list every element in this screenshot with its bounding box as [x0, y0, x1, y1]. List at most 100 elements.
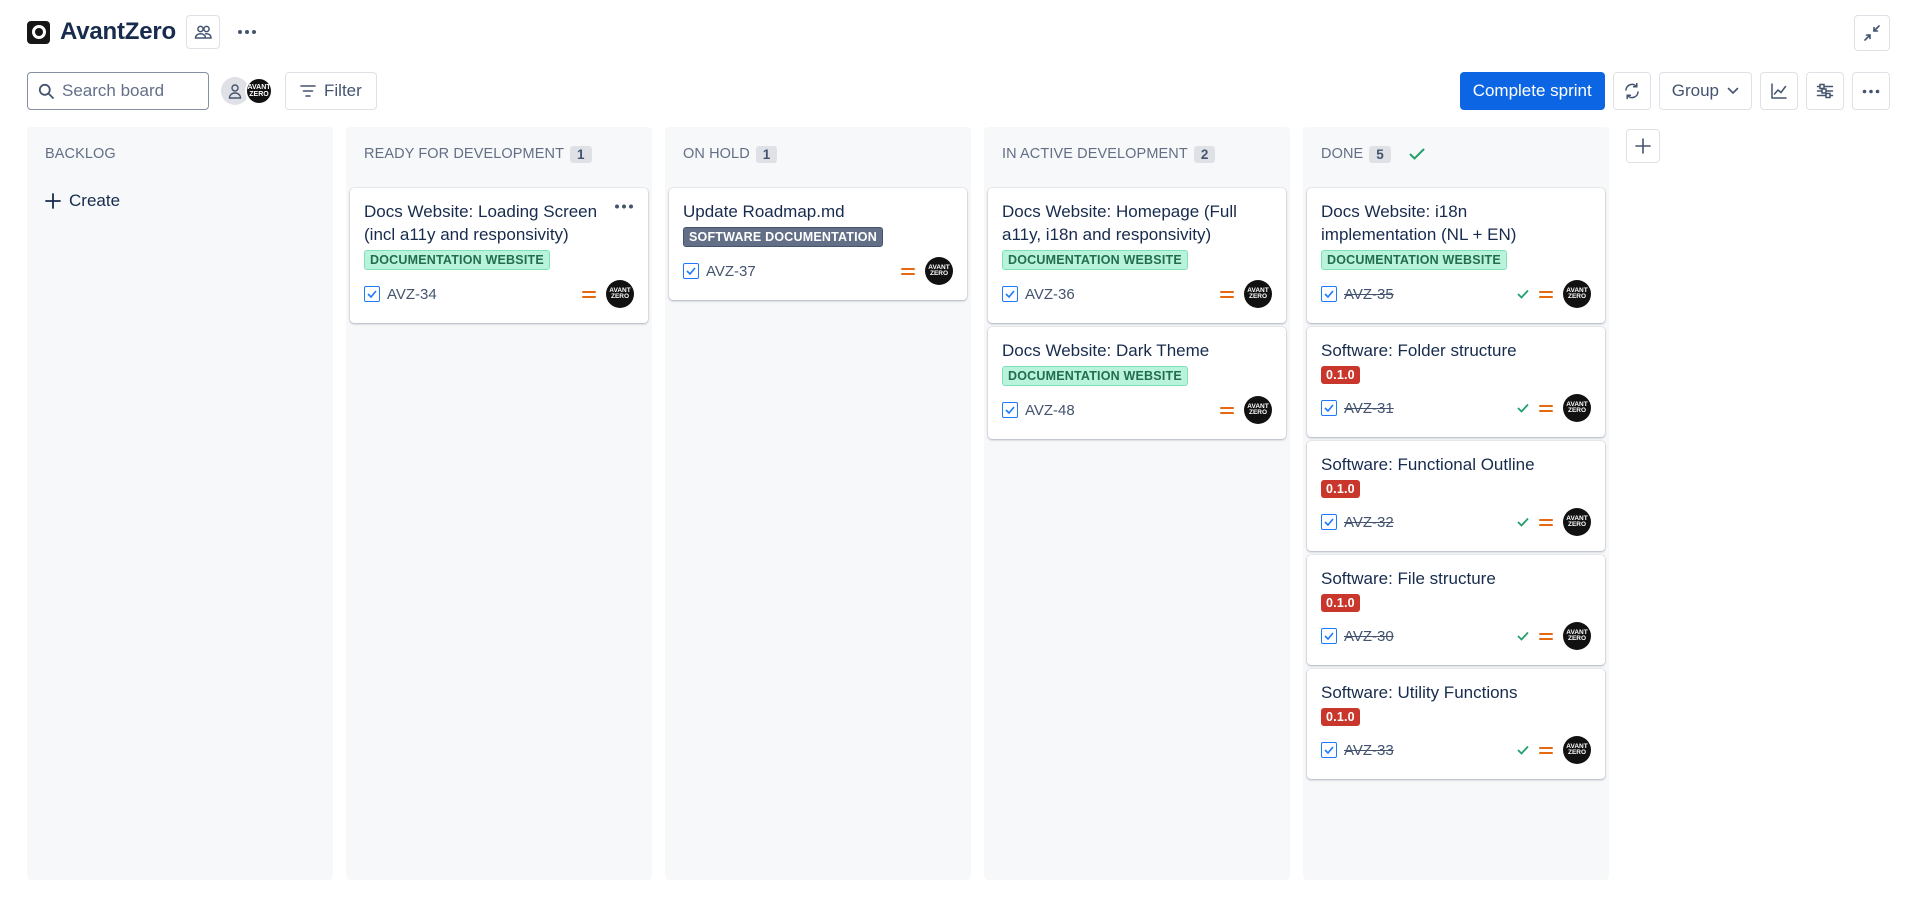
card-label[interactable]: SOFTWARE DOCUMENTATION — [683, 227, 883, 247]
ellipsis-icon — [615, 204, 633, 209]
card-label[interactable]: 0.1.0 — [1321, 708, 1360, 726]
column-header: IN ACTIVE DEVELOPMENT 2 — [988, 127, 1286, 181]
column-count: 5 — [1369, 145, 1391, 163]
assignee-avatar[interactable]: AVANT ZERO — [606, 280, 634, 308]
issue-key[interactable]: AVZ-37 — [683, 263, 756, 280]
team-button[interactable] — [186, 15, 220, 49]
board-toolbar: AVANT ZERO Filter — [27, 72, 377, 110]
column-title: IN ACTIVE DEVELOPMENT — [1002, 146, 1188, 162]
issue-key-text: AVZ-35 — [1344, 285, 1394, 303]
assignee-avatar[interactable]: AVANT ZERO — [925, 257, 953, 285]
resolved-check-icon — [1517, 289, 1529, 299]
card-label[interactable]: DOCUMENTATION WEBSITE — [1002, 250, 1188, 270]
card-title: Docs Website: Dark Theme — [1002, 341, 1210, 360]
resolved-check-icon — [1517, 403, 1529, 413]
plus-icon — [45, 193, 61, 209]
insights-button[interactable] — [1760, 72, 1798, 110]
issue-card[interactable]: Update Roadmap.md SOFTWARE DOCUMENTATION… — [669, 188, 967, 300]
card-title: Docs Website: Homepage (Full a11y, i18n … — [1002, 202, 1237, 244]
assignee-avatar[interactable]: AVANT ZERO — [1244, 280, 1272, 308]
filter-label: Filter — [324, 81, 362, 100]
search-icon — [38, 83, 54, 99]
column-header: BACKLOG — [31, 127, 329, 181]
complete-sprint-button[interactable]: Complete sprint — [1459, 72, 1605, 110]
issue-card[interactable]: Docs Website: Homepage (Full a11y, i18n … — [988, 188, 1286, 323]
column-ready-for-development: READY FOR DEVELOPMENT 1 Docs Website: Lo… — [346, 127, 652, 880]
issue-key[interactable]: AVZ-35 — [1321, 286, 1394, 303]
group-button[interactable]: Group — [1658, 72, 1752, 110]
card-title: Software: Utility Functions — [1321, 683, 1518, 702]
create-issue-button[interactable]: Create — [31, 181, 329, 221]
issue-card[interactable]: Software: Folder structure 0.1.0 AVZ-31 … — [1307, 327, 1605, 437]
card-more-button[interactable] — [614, 204, 634, 209]
refresh-button[interactable] — [1612, 72, 1651, 110]
card-title: Update Roadmap.md — [683, 202, 845, 221]
card-title: Software: Functional Outline — [1321, 455, 1535, 474]
issue-key[interactable]: AVZ-30 — [1321, 628, 1394, 645]
ellipsis-icon — [1862, 89, 1880, 93]
collapse-button[interactable] — [1854, 15, 1890, 51]
card-title: Docs Website: Loading Screen (incl a11y … — [364, 202, 598, 244]
assignee-avatar[interactable]: AVANT ZERO — [1563, 508, 1591, 536]
more-actions-button[interactable] — [230, 15, 264, 49]
task-checkbox-icon — [364, 286, 380, 302]
card-title: Docs Website: i18n implementation (NL + … — [1321, 202, 1517, 244]
priority-medium-icon — [1539, 632, 1553, 640]
column-header: ON HOLD 1 — [669, 127, 967, 181]
issue-card[interactable]: Software: File structure 0.1.0 AVZ-30 AV… — [1307, 555, 1605, 665]
view-settings-button[interactable] — [1806, 72, 1844, 110]
task-checkbox-icon — [1002, 286, 1018, 302]
column-header: READY FOR DEVELOPMENT 1 — [350, 127, 648, 181]
assignee-avatar[interactable]: AVANT ZERO — [1244, 396, 1272, 424]
user-avatar[interactable]: AVANT ZERO — [245, 77, 273, 105]
issue-key[interactable]: AVZ-34 — [364, 286, 437, 303]
column-on-hold: ON HOLD 1 Update Roadmap.md SOFTWARE DOC… — [665, 127, 971, 880]
issue-key[interactable]: AVZ-33 — [1321, 742, 1394, 759]
assignee-avatar[interactable]: AVANT ZERO — [1563, 736, 1591, 764]
card-label[interactable]: DOCUMENTATION WEBSITE — [364, 250, 550, 270]
issue-key[interactable]: AVZ-48 — [1002, 402, 1075, 419]
plus-icon — [1635, 138, 1651, 154]
app-title: AvantZero — [60, 18, 176, 45]
filter-button[interactable]: Filter — [285, 72, 377, 110]
assignee-avatar[interactable]: AVANT ZERO — [1563, 394, 1591, 422]
issue-card[interactable]: Docs Website: i18n implementation (NL + … — [1307, 188, 1605, 323]
priority-medium-icon — [1539, 404, 1553, 412]
assignee-avatar[interactable]: AVANT ZERO — [1563, 280, 1591, 308]
card-label[interactable]: DOCUMENTATION WEBSITE — [1321, 250, 1507, 270]
header: AvantZero — [27, 14, 264, 50]
board-more-button[interactable] — [1852, 72, 1890, 110]
issue-key-text: AVZ-30 — [1344, 627, 1394, 645]
issue-key[interactable]: AVZ-36 — [1002, 286, 1075, 303]
chart-line-icon — [1771, 83, 1787, 99]
add-column-button[interactable] — [1626, 129, 1660, 163]
card-label[interactable]: 0.1.0 — [1321, 594, 1360, 612]
card-label[interactable]: DOCUMENTATION WEBSITE — [1002, 366, 1188, 386]
card-label[interactable]: 0.1.0 — [1321, 480, 1360, 498]
issue-card[interactable]: Docs Website: Dark Theme DOCUMENTATION W… — [988, 327, 1286, 439]
collapse-icon — [1864, 25, 1880, 41]
assignee-avatar[interactable]: AVANT ZERO — [1563, 622, 1591, 650]
card-label[interactable]: 0.1.0 — [1321, 366, 1360, 384]
issue-key[interactable]: AVZ-32 — [1321, 514, 1394, 531]
column-title: DONE — [1321, 146, 1364, 162]
done-check-icon — [1409, 148, 1425, 160]
search-input[interactable] — [62, 81, 192, 101]
column-count: 1 — [570, 145, 592, 163]
priority-medium-icon — [1220, 290, 1234, 298]
create-label: Create — [69, 191, 121, 210]
issue-card[interactable]: Software: Functional Outline 0.1.0 AVZ-3… — [1307, 441, 1605, 551]
issue-card[interactable]: Docs Website: Loading Screen (incl a11y … — [350, 188, 648, 323]
issue-card[interactable]: Software: Utility Functions 0.1.0 AVZ-33… — [1307, 669, 1605, 779]
search-box[interactable] — [27, 72, 209, 110]
priority-medium-icon — [582, 290, 596, 298]
column-header: DONE 5 — [1307, 127, 1605, 181]
column-title: READY FOR DEVELOPMENT — [364, 146, 565, 162]
group-label: Group — [1671, 81, 1719, 100]
column-backlog: BACKLOG Create — [27, 127, 333, 880]
issue-key-text: AVZ-34 — [387, 285, 437, 303]
issue-key[interactable]: AVZ-31 — [1321, 400, 1394, 417]
task-checkbox-icon — [1321, 628, 1337, 644]
task-checkbox-icon — [1321, 400, 1337, 416]
chevron-down-icon — [1727, 87, 1739, 95]
